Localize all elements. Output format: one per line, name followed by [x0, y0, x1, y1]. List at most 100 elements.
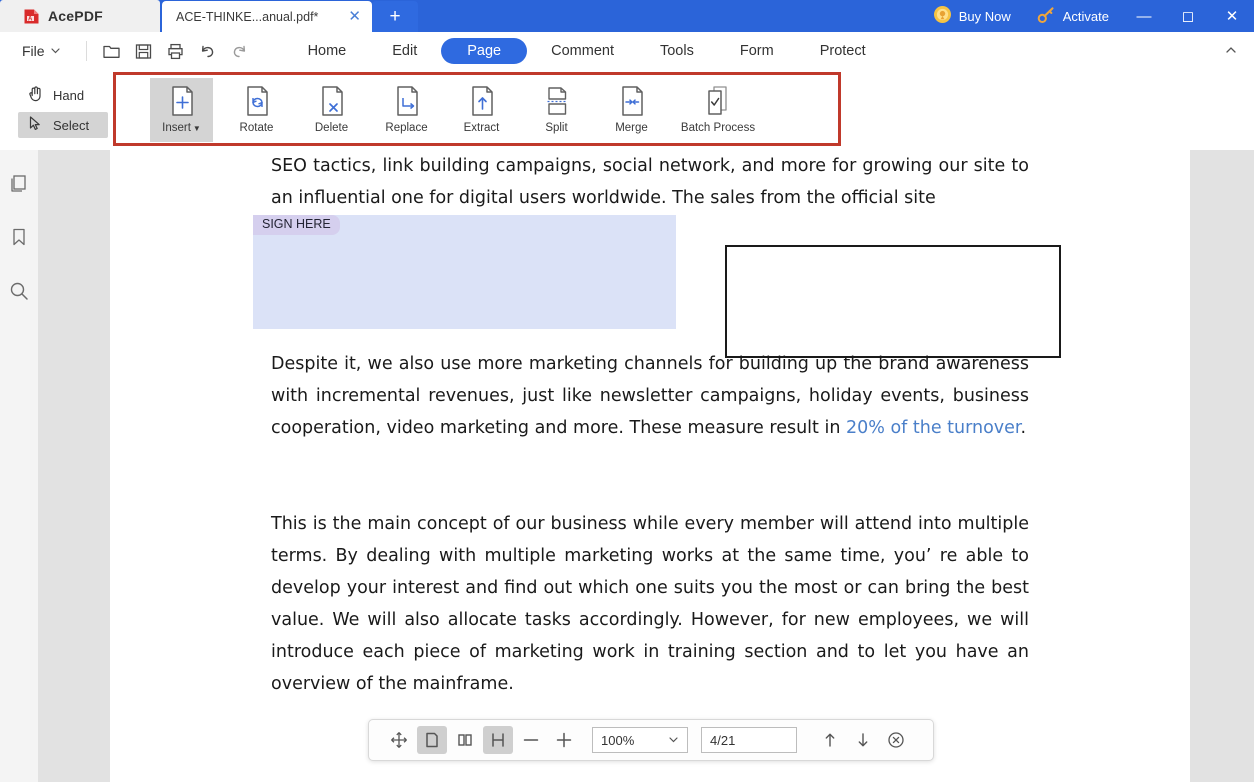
page-number-input[interactable]: 4/21 [701, 727, 797, 753]
redo-icon[interactable] [224, 36, 256, 66]
chevron-down-icon: ▼ [192, 123, 201, 133]
page-replace-icon [392, 83, 422, 119]
cursor-arrow-icon [26, 114, 45, 136]
signature-field[interactable]: SIGN HERE [253, 215, 676, 329]
batch-process-icon [703, 83, 733, 119]
activate-button[interactable]: Activate [1024, 0, 1122, 32]
hand-icon [26, 84, 45, 106]
chevron-up-icon[interactable] [1224, 43, 1238, 60]
thumbnails-icon[interactable] [6, 170, 32, 196]
arrow-down-icon[interactable] [848, 726, 878, 754]
close-circle-icon[interactable] [881, 726, 911, 754]
rectangle-annotation[interactable] [725, 245, 1061, 358]
tab-page[interactable]: Page [441, 38, 528, 64]
plus-icon: + [389, 6, 401, 27]
single-page-view-icon[interactable] [417, 726, 447, 754]
document-paragraph-3: This is the main concept of our business… [271, 514, 1029, 694]
save-icon[interactable] [128, 36, 160, 66]
batch-process-button[interactable]: Batch Process [675, 78, 761, 138]
insert-page-button[interactable]: Insert ▼ [150, 78, 213, 142]
insert-page-label: Insert ▼ [162, 122, 201, 134]
close-icon[interactable]: ✕ [345, 9, 364, 24]
continuous-scroll-icon[interactable] [483, 726, 513, 754]
batch-process-label: Batch Process [680, 122, 756, 134]
extract-page-label: Extract [463, 122, 500, 134]
close-icon[interactable]: ✕ [1210, 0, 1254, 32]
undo-icon[interactable] [192, 36, 224, 66]
tab-edit[interactable]: Edit [370, 38, 439, 64]
menu-tabs: Home Edit Page Comment Tools Form Protec… [286, 38, 888, 64]
new-tab-button[interactable]: + [372, 1, 418, 32]
arrow-up-icon[interactable] [815, 726, 845, 754]
search-icon[interactable] [6, 278, 32, 304]
page-tools-group: Insert ▼ Rotate Delete Replace Extract S… [113, 72, 841, 146]
page-rotate-icon [242, 83, 272, 119]
merge-page-button[interactable]: Merge [600, 78, 663, 138]
document-tab[interactable]: ACE-THINKE...anual.pdf* ✕ [162, 1, 372, 32]
move-pan-icon[interactable] [384, 726, 414, 754]
turnover-link[interactable]: 20% of the turnover [846, 418, 1021, 438]
split-page-button[interactable]: Split [525, 78, 588, 138]
print-icon[interactable] [160, 36, 192, 66]
chevron-down-icon [668, 733, 679, 748]
file-menu-button[interactable]: File [22, 43, 61, 59]
toolbar-divider [85, 41, 87, 61]
document-paragraph-1: SEO tactics, link building campaigns, so… [271, 156, 1029, 208]
tab-form[interactable]: Form [718, 38, 796, 64]
select-tool-label: Select [53, 117, 90, 133]
page-delete-icon [317, 83, 347, 119]
replace-page-label: Replace [385, 122, 428, 134]
buy-now-label: Buy Now [958, 8, 1011, 24]
paragraph-2-period: . [1020, 418, 1027, 438]
zoom-out-icon[interactable] [516, 726, 546, 754]
buy-now-button[interactable]: Buy Now [920, 0, 1024, 32]
rotate-page-label: Rotate [239, 122, 274, 134]
delete-page-button[interactable]: Delete [300, 78, 363, 138]
document-paragraph-2: Despite it, we also use more marketing c… [271, 348, 1029, 444]
mode-tools: Hand Select [18, 82, 108, 142]
page-merge-icon [617, 83, 647, 119]
two-page-view-icon[interactable] [450, 726, 480, 754]
chevron-down-icon [50, 43, 61, 59]
document-tab-label: ACE-THINKE...anual.pdf* [176, 9, 319, 24]
merge-page-label: Merge [615, 122, 648, 134]
page-navigation-toolbar: 100% 4/21 [368, 719, 934, 761]
page-number-value: 4/21 [710, 732, 736, 748]
minimize-icon[interactable]: — [1122, 0, 1166, 32]
rotate-page-button[interactable]: Rotate [225, 78, 288, 138]
replace-page-button[interactable]: Replace [375, 78, 438, 138]
brand-name: AcePDF [48, 8, 103, 24]
svg-text:A: A [28, 16, 33, 22]
zoom-in-icon[interactable] [549, 726, 579, 754]
title-bar: A AcePDF ACE-THINKE...anual.pdf* ✕ + Buy… [0, 0, 1254, 32]
open-folder-icon[interactable] [96, 36, 128, 66]
tab-protect[interactable]: Protect [798, 38, 888, 64]
bookmark-icon[interactable] [6, 224, 32, 250]
split-page-label: Split [545, 122, 568, 134]
maximize-icon[interactable]: ◻ [1166, 0, 1210, 32]
hand-tool-label: Hand [53, 87, 85, 103]
page-extract-icon [467, 83, 497, 119]
key-icon [1037, 5, 1056, 27]
tab-home[interactable]: Home [286, 38, 369, 64]
menu-bar: File Home Edit Page Comment Tools Form P… [0, 32, 1254, 70]
acepdf-logo-icon: A [22, 7, 41, 26]
coin-icon [933, 5, 952, 27]
extract-page-button[interactable]: Extract [450, 78, 513, 138]
ribbon-toolbar: Hand Select Insert ▼ Rotate Delete Repla… [0, 70, 1254, 150]
select-tool-button[interactable]: Select [18, 112, 108, 138]
file-menu-label: File [22, 43, 45, 59]
document-viewer[interactable]: SEO tactics, link building campaigns, so… [110, 150, 1254, 782]
signature-field-label: SIGN HERE [253, 215, 340, 235]
zoom-level-select[interactable]: 100% [592, 727, 688, 753]
hand-tool-button[interactable]: Hand [18, 82, 108, 108]
brand-tab[interactable]: A AcePDF [0, 0, 160, 32]
page-split-icon [542, 83, 572, 119]
pdf-page[interactable]: SEO tactics, link building campaigns, so… [110, 150, 1190, 782]
zoom-level-value: 100% [601, 732, 635, 748]
tab-comment[interactable]: Comment [529, 38, 636, 64]
tab-tools[interactable]: Tools [638, 38, 716, 64]
sidebar-panel-filler [38, 150, 110, 782]
title-bar-actions: Buy Now Activate — ◻ ✕ [920, 0, 1254, 32]
left-sidebar [0, 150, 38, 782]
